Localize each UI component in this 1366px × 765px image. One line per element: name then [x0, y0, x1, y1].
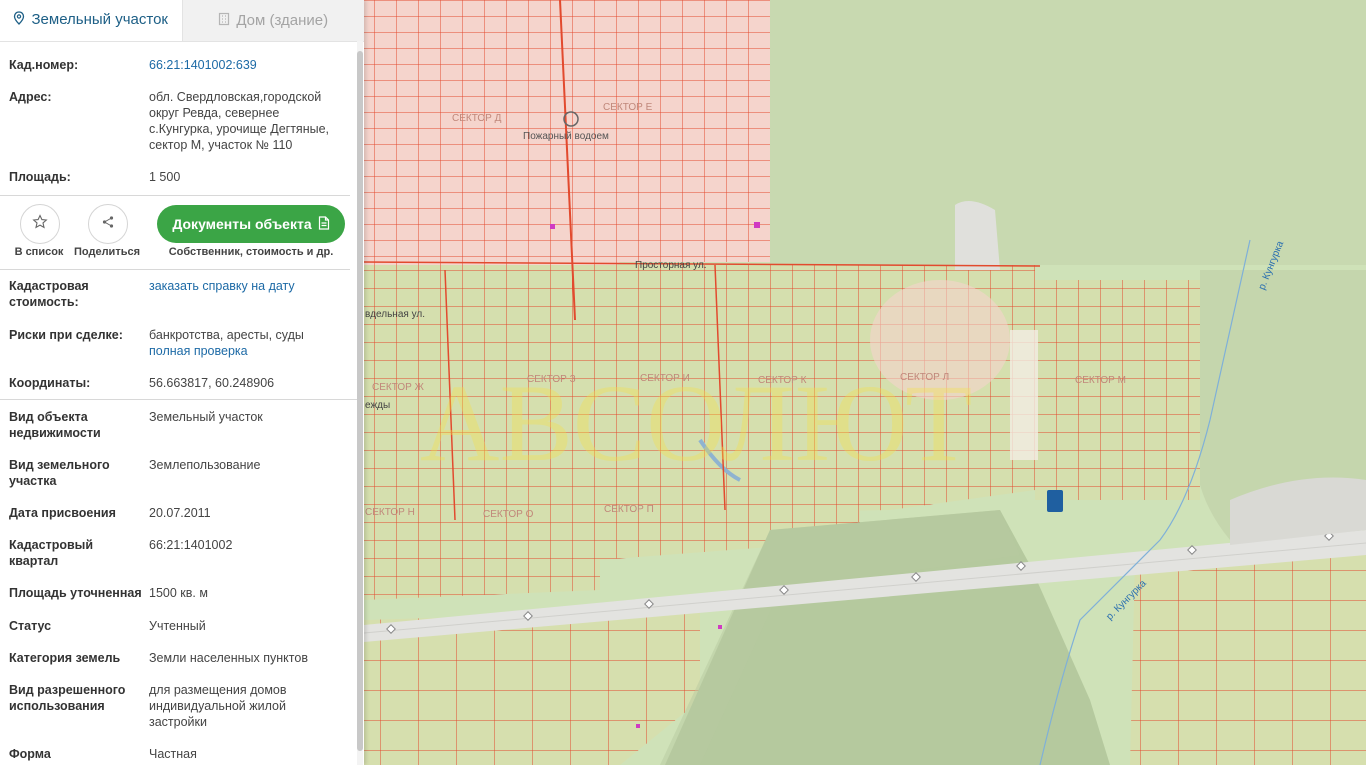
land-type-label: Вид земельного участка	[9, 458, 110, 488]
tab-land-plot[interactable]: Земельный участок	[0, 0, 182, 41]
map-label-sector-i: СЕКТОР И	[640, 373, 690, 384]
land-type-row: Вид земельного участка Землепользование	[0, 457, 339, 489]
map-label-sector-zh: СЕКТОР Ж	[372, 382, 425, 393]
documents-button-label: Документы объекта	[172, 216, 312, 232]
category-row: Категория земель Земли населенных пункто…	[0, 650, 339, 666]
area-precise-row: Площадь уточненная 1500 кв. м	[0, 585, 339, 601]
map-label-sector-d: СЕКТОР Д	[452, 113, 502, 124]
address-label: Адрес:	[9, 90, 52, 104]
coords-value: 56.663817, 60.248906	[149, 376, 275, 390]
tab-house[interactable]: Дом (здание)	[181, 0, 364, 41]
documents-subtitle: Собственник, стоимость и др.	[168, 246, 334, 258]
map-label-sector-l: СЕКТОР Л	[900, 372, 949, 383]
info-panel: Земельный участок Дом (здание) Кад.номер…	[0, 0, 364, 765]
area-value: 1 500	[149, 170, 181, 184]
selected-parcel-marker[interactable]	[1047, 490, 1063, 512]
full-check-link[interactable]: полная проверка	[149, 343, 329, 359]
cad-number-link[interactable]: 66:21:1401002:639	[149, 57, 329, 73]
documents-button[interactable]: Документы объекта	[157, 205, 345, 243]
document-icon	[318, 215, 330, 233]
cad-number-label: Кад.номер:	[9, 58, 79, 72]
category-value: Земли населенных пунктов	[149, 651, 308, 665]
map-label-sector-n: СЕКТОР Н	[365, 507, 415, 518]
star-icon	[32, 213, 48, 235]
risks-text: банкротства, аресты, суды	[149, 328, 304, 342]
object-type-row: Вид объекта недвижимости Земельный участ…	[0, 409, 339, 441]
map-label-street-b: ежды	[365, 400, 390, 411]
address-value: обл. Свердловская,городской округ Ревда,…	[149, 90, 330, 152]
divider	[0, 399, 357, 400]
share-label: Поделиться	[73, 246, 141, 258]
tab-bar: Земельный участок Дом (здание)	[0, 0, 364, 42]
map-label-fire-pond: Пожарный водоем	[523, 131, 609, 142]
add-to-list-label: В список	[14, 246, 64, 258]
quarter-value: 66:21:1401002	[149, 538, 233, 552]
cad-cost-row: Кадастровая стоимость: заказать справку …	[0, 278, 339, 310]
map-label-prostornaya: Просторная ул.	[635, 260, 707, 271]
map-label-sector-e: СЕКТОР Е	[603, 102, 653, 113]
status-value: Учтенный	[149, 619, 206, 633]
form-value: Частная	[149, 747, 197, 761]
date-label: Дата присвоения	[9, 506, 116, 520]
map-label-sector-m: СЕКТОР М	[1075, 375, 1126, 386]
add-to-list-button[interactable]	[20, 204, 60, 244]
map-label-sector-k: СЕКТОР К	[758, 375, 807, 386]
usage-value: для размещения домов индивидуальной жило…	[149, 683, 287, 729]
form-label: Форма	[9, 747, 51, 761]
category-label: Категория земель	[9, 651, 121, 665]
risks-row: Риски при сделке: банкротства, аресты, с…	[0, 327, 339, 359]
risks-value: банкротства, аресты, суды полная проверк…	[149, 327, 329, 359]
area-precise-value: 1500 кв. м	[149, 586, 208, 600]
object-type-value: Земельный участок	[149, 410, 263, 424]
usage-label: Вид разрешенного использования	[9, 683, 126, 713]
divider	[0, 269, 350, 270]
address-row: Адрес: обл. Свердловская,городской округ…	[0, 89, 344, 153]
coords-row: Координаты: 56.663817, 60.248906	[0, 375, 339, 391]
date-value: 20.07.2011	[149, 506, 211, 520]
map-label-sector-p: СЕКТОР П	[604, 504, 654, 515]
quarter-row: Кадастровый квартал 66:21:1401002	[0, 537, 339, 569]
coords-label: Координаты:	[9, 376, 91, 390]
tab-house-label: Дом (здание)	[236, 12, 329, 29]
svg-text:АВСОЛЮТ: АВСОЛЮТ	[420, 362, 972, 484]
pin-icon	[13, 10, 25, 29]
cad-number-row: Кад.номер: 66:21:1401002:639	[0, 57, 339, 73]
map-label-sector-z: СЕКТОР З	[527, 374, 576, 385]
share-icon	[101, 215, 115, 234]
usage-row: Вид разрешенного использования для разме…	[0, 682, 319, 730]
date-row: Дата присвоения 20.07.2011	[0, 505, 339, 521]
cad-cost-label: Кадастровая стоимость:	[9, 279, 89, 309]
risks-label: Риски при сделке:	[9, 328, 123, 342]
area-precise-label: Площадь уточненная	[9, 586, 142, 600]
map-label-sector-o: СЕКТОР О	[483, 509, 534, 520]
quarter-label: Кадастровый квартал	[9, 538, 94, 568]
status-row: Статус Учтенный	[0, 618, 339, 634]
status-label: Статус	[9, 619, 52, 633]
cad-cost-link[interactable]: заказать справку на дату	[149, 278, 329, 310]
share-button[interactable]	[88, 204, 128, 244]
map-label-street-a: вдельная ул.	[365, 309, 425, 320]
scrollbar-thumb[interactable]	[357, 51, 363, 751]
scrollbar[interactable]	[357, 41, 363, 765]
form-row: Форма Частная	[0, 746, 339, 762]
building-icon	[218, 12, 230, 30]
tab-land-plot-label: Земельный участок	[31, 11, 168, 28]
area-label: Площадь:	[9, 170, 71, 184]
object-type-label: Вид объекта недвижимости	[9, 410, 101, 440]
divider	[0, 195, 350, 196]
area-row: Площадь: 1 500	[0, 169, 339, 185]
land-type-value: Землепользование	[149, 458, 261, 472]
